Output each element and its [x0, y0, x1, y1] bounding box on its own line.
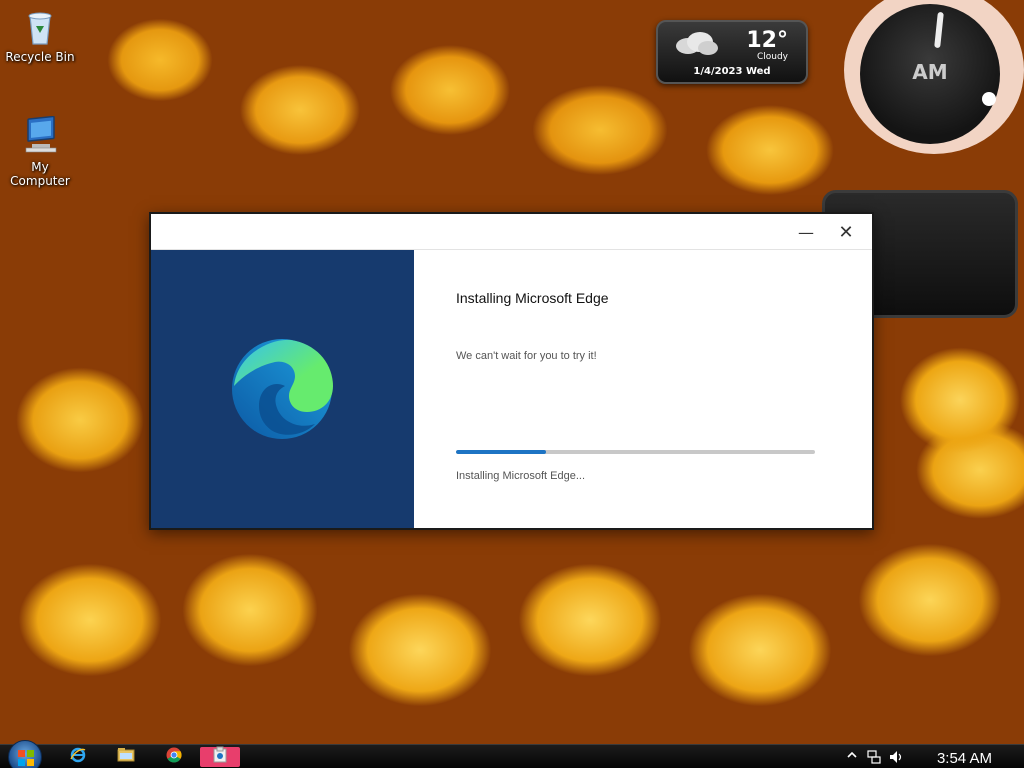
clock-hand: [934, 11, 944, 49]
install-progress-fill: [456, 450, 546, 454]
taskbar-internet-explorer[interactable]: [58, 747, 98, 767]
recycle-bin-icon: [20, 6, 60, 46]
network-icon[interactable]: [866, 749, 882, 765]
installer-subtitle: We can't wait for you to try it!: [456, 350, 597, 362]
desktop-icon-recycle-bin[interactable]: Recycle Bin: [0, 6, 80, 64]
clock-gadget[interactable]: AM: [844, 0, 1024, 154]
desktop-icon-label: My Computer: [10, 160, 70, 188]
clock-face: AM: [860, 4, 1000, 144]
weather-condition: Cloudy: [756, 52, 788, 62]
my-computer-icon: [20, 115, 60, 156]
show-hidden-icons-icon[interactable]: [844, 749, 860, 765]
taskbar-installer-app[interactable]: [200, 746, 240, 768]
installer-content: Installing Microsoft Edge We can't wait …: [414, 250, 872, 528]
close-button[interactable]: ✕: [824, 214, 868, 250]
clock-period: AM: [912, 60, 948, 84]
start-orb-icon[interactable]: [8, 740, 42, 768]
weather-gadget[interactable]: 12° Cloudy 1/4/2023 Wed: [656, 20, 808, 84]
taskbar-clock[interactable]: 3:54 AM: [937, 750, 992, 767]
taskbar: 3:54 AM: [0, 740, 1024, 768]
microsoft-edge-logo-icon: [229, 336, 335, 442]
weather-temperature: 12°: [746, 28, 788, 53]
weather-date: 1/4/2023 Wed: [693, 66, 771, 77]
minimize-button[interactable]: —: [784, 214, 828, 250]
desktop-icon-my-computer[interactable]: My Computer: [0, 115, 80, 188]
taskbar-chrome[interactable]: [154, 747, 194, 767]
desktop-icon-label: Recycle Bin: [5, 50, 75, 64]
clock-dot: [982, 92, 996, 106]
cloud-icon: [672, 30, 720, 56]
edge-installer-window: — ✕ Installing Microsoft Edge We can't w…: [149, 212, 874, 530]
chrome-icon: [166, 747, 182, 767]
internet-explorer-icon: [70, 747, 86, 767]
system-tray: 3:54 AM: [834, 745, 1024, 768]
install-progress-bar: [456, 450, 815, 454]
installer-brand-panel: [151, 250, 414, 528]
volume-icon[interactable]: [888, 749, 904, 765]
file-explorer-icon: [117, 747, 135, 767]
installer-app-icon: [212, 746, 228, 768]
taskbar-file-explorer[interactable]: [106, 747, 146, 767]
installer-title: Installing Microsoft Edge: [456, 290, 609, 306]
installer-status: Installing Microsoft Edge...: [456, 470, 586, 482]
installer-titlebar[interactable]: — ✕: [151, 214, 872, 250]
